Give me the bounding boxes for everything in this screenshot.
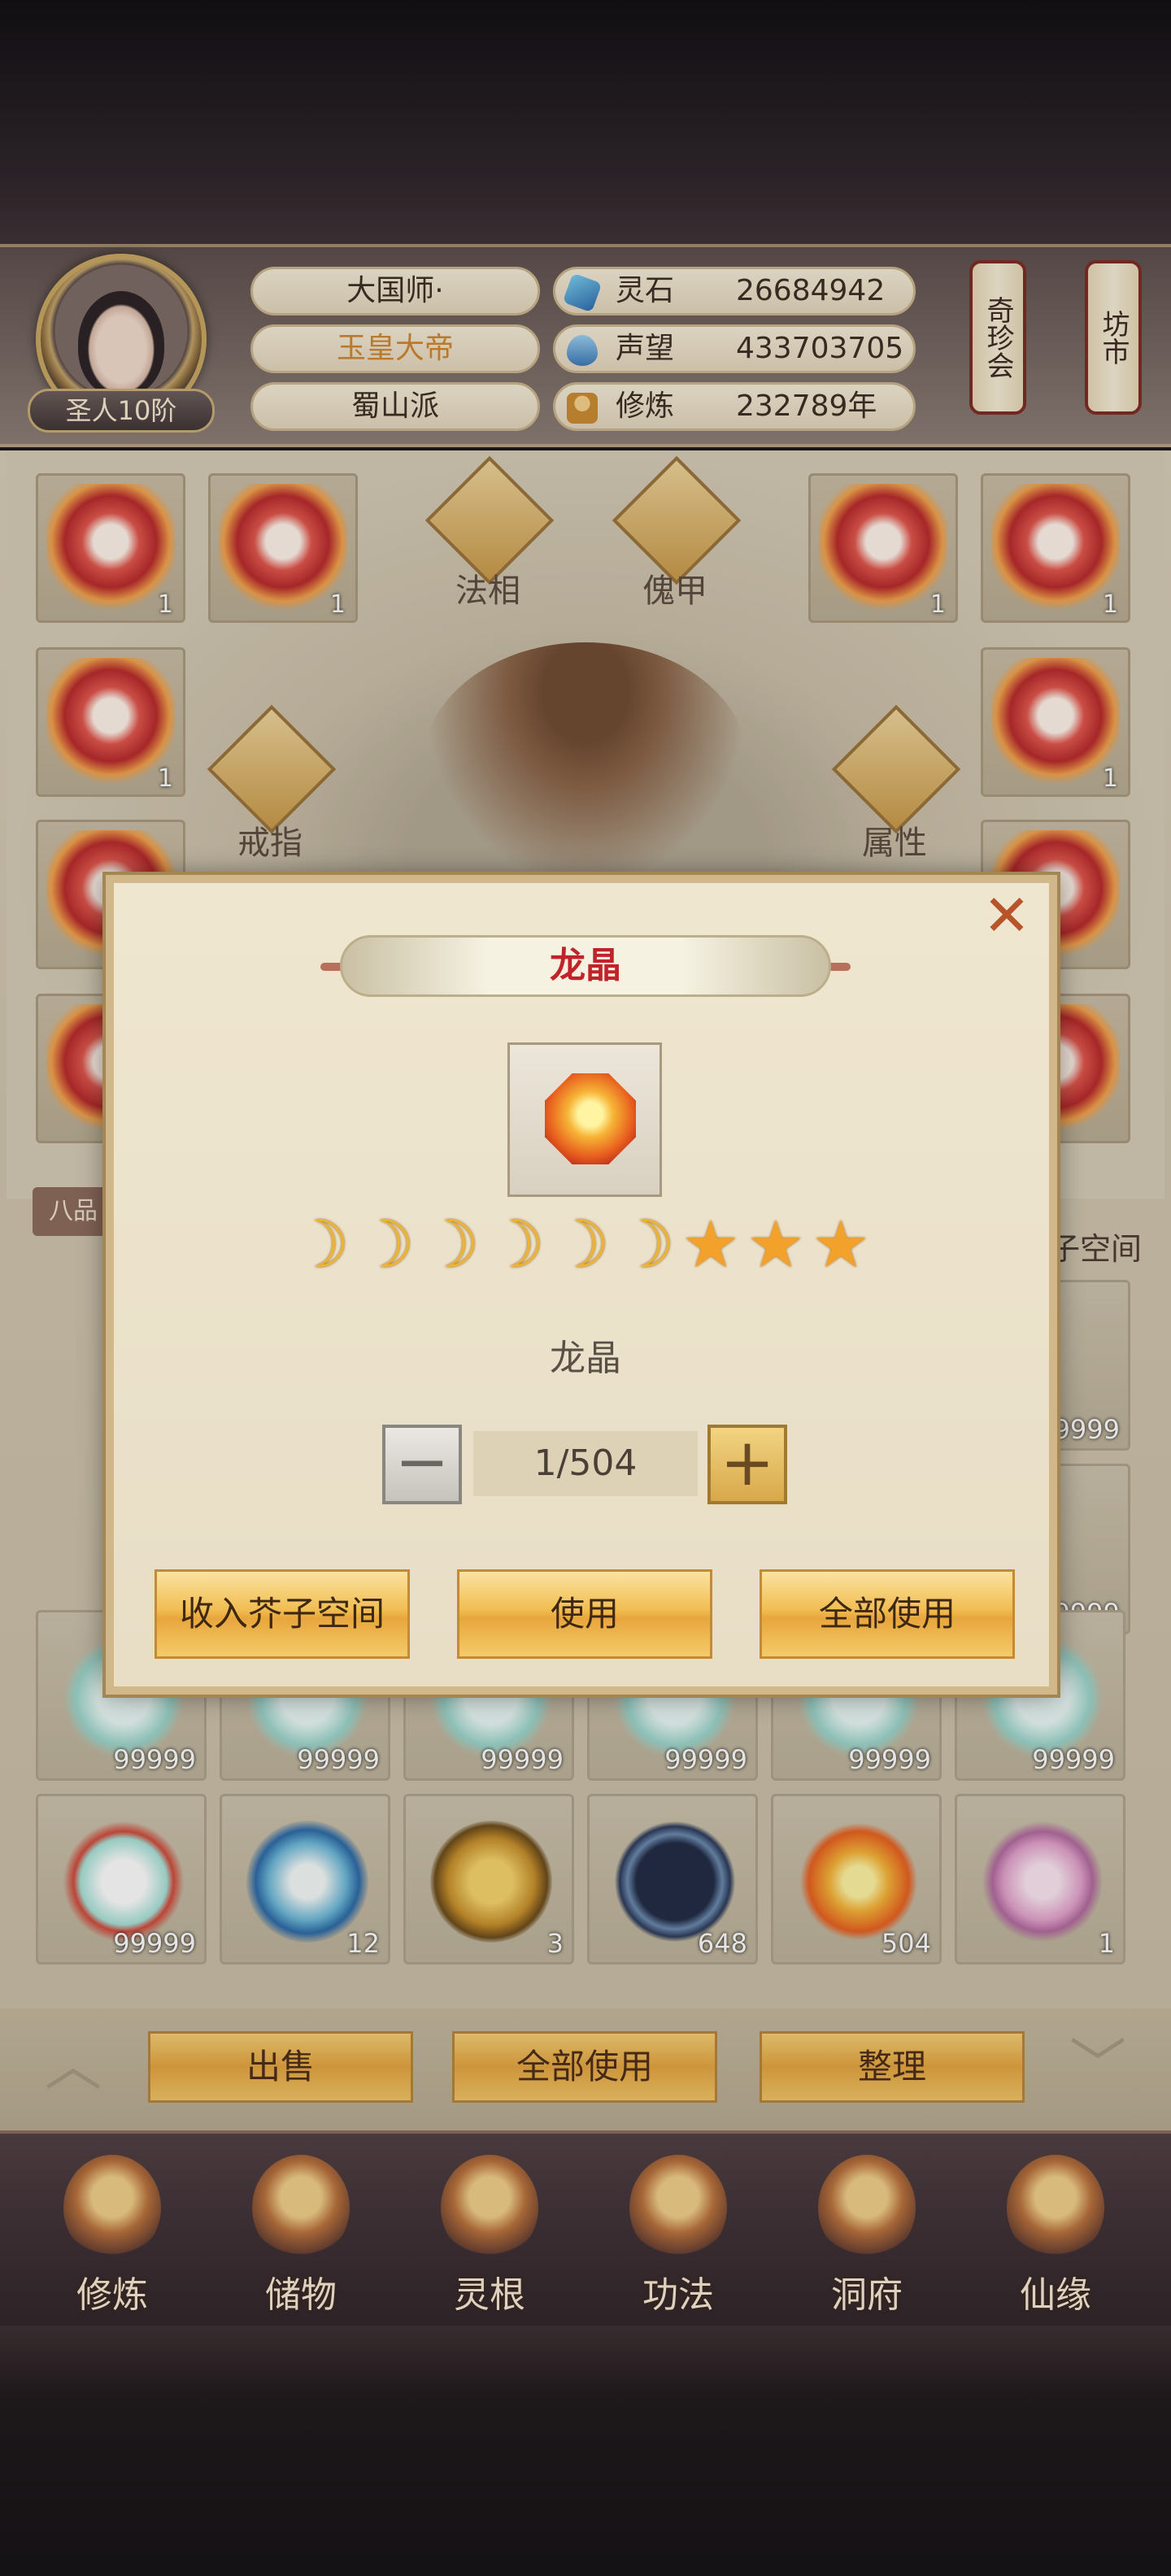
moon-icon: ☽	[291, 1207, 350, 1282]
increase-button[interactable]: +	[707, 1425, 787, 1504]
use-all-button[interactable]: 全部使用	[760, 1569, 1015, 1659]
dragon-crystal-icon	[545, 1073, 636, 1164]
moon-icon: ☽	[486, 1207, 545, 1282]
moon-icon: ☽	[421, 1207, 480, 1282]
moon-icon: ☽	[616, 1207, 675, 1282]
star-icon: ★	[681, 1207, 740, 1282]
star-icon: ★	[812, 1207, 870, 1282]
moon-icon: ☽	[356, 1207, 415, 1282]
star-icon: ★	[747, 1207, 805, 1282]
use-button[interactable]: 使用	[457, 1569, 712, 1659]
store-to-space-button[interactable]: 收入芥子空间	[155, 1569, 410, 1659]
item-name: 龙晶	[550, 1338, 621, 1379]
grade-rating: ☽ ☽ ☽ ☽ ☽ ☽ ★ ★ ★	[288, 1210, 883, 1280]
moon-icon: ☽	[551, 1207, 610, 1282]
dialog-title: 龙晶	[550, 945, 621, 986]
close-icon[interactable]: ✕	[982, 887, 1031, 944]
quantity-field[interactable]: 1/504	[473, 1431, 698, 1496]
decrease-button[interactable]: −	[382, 1425, 462, 1504]
